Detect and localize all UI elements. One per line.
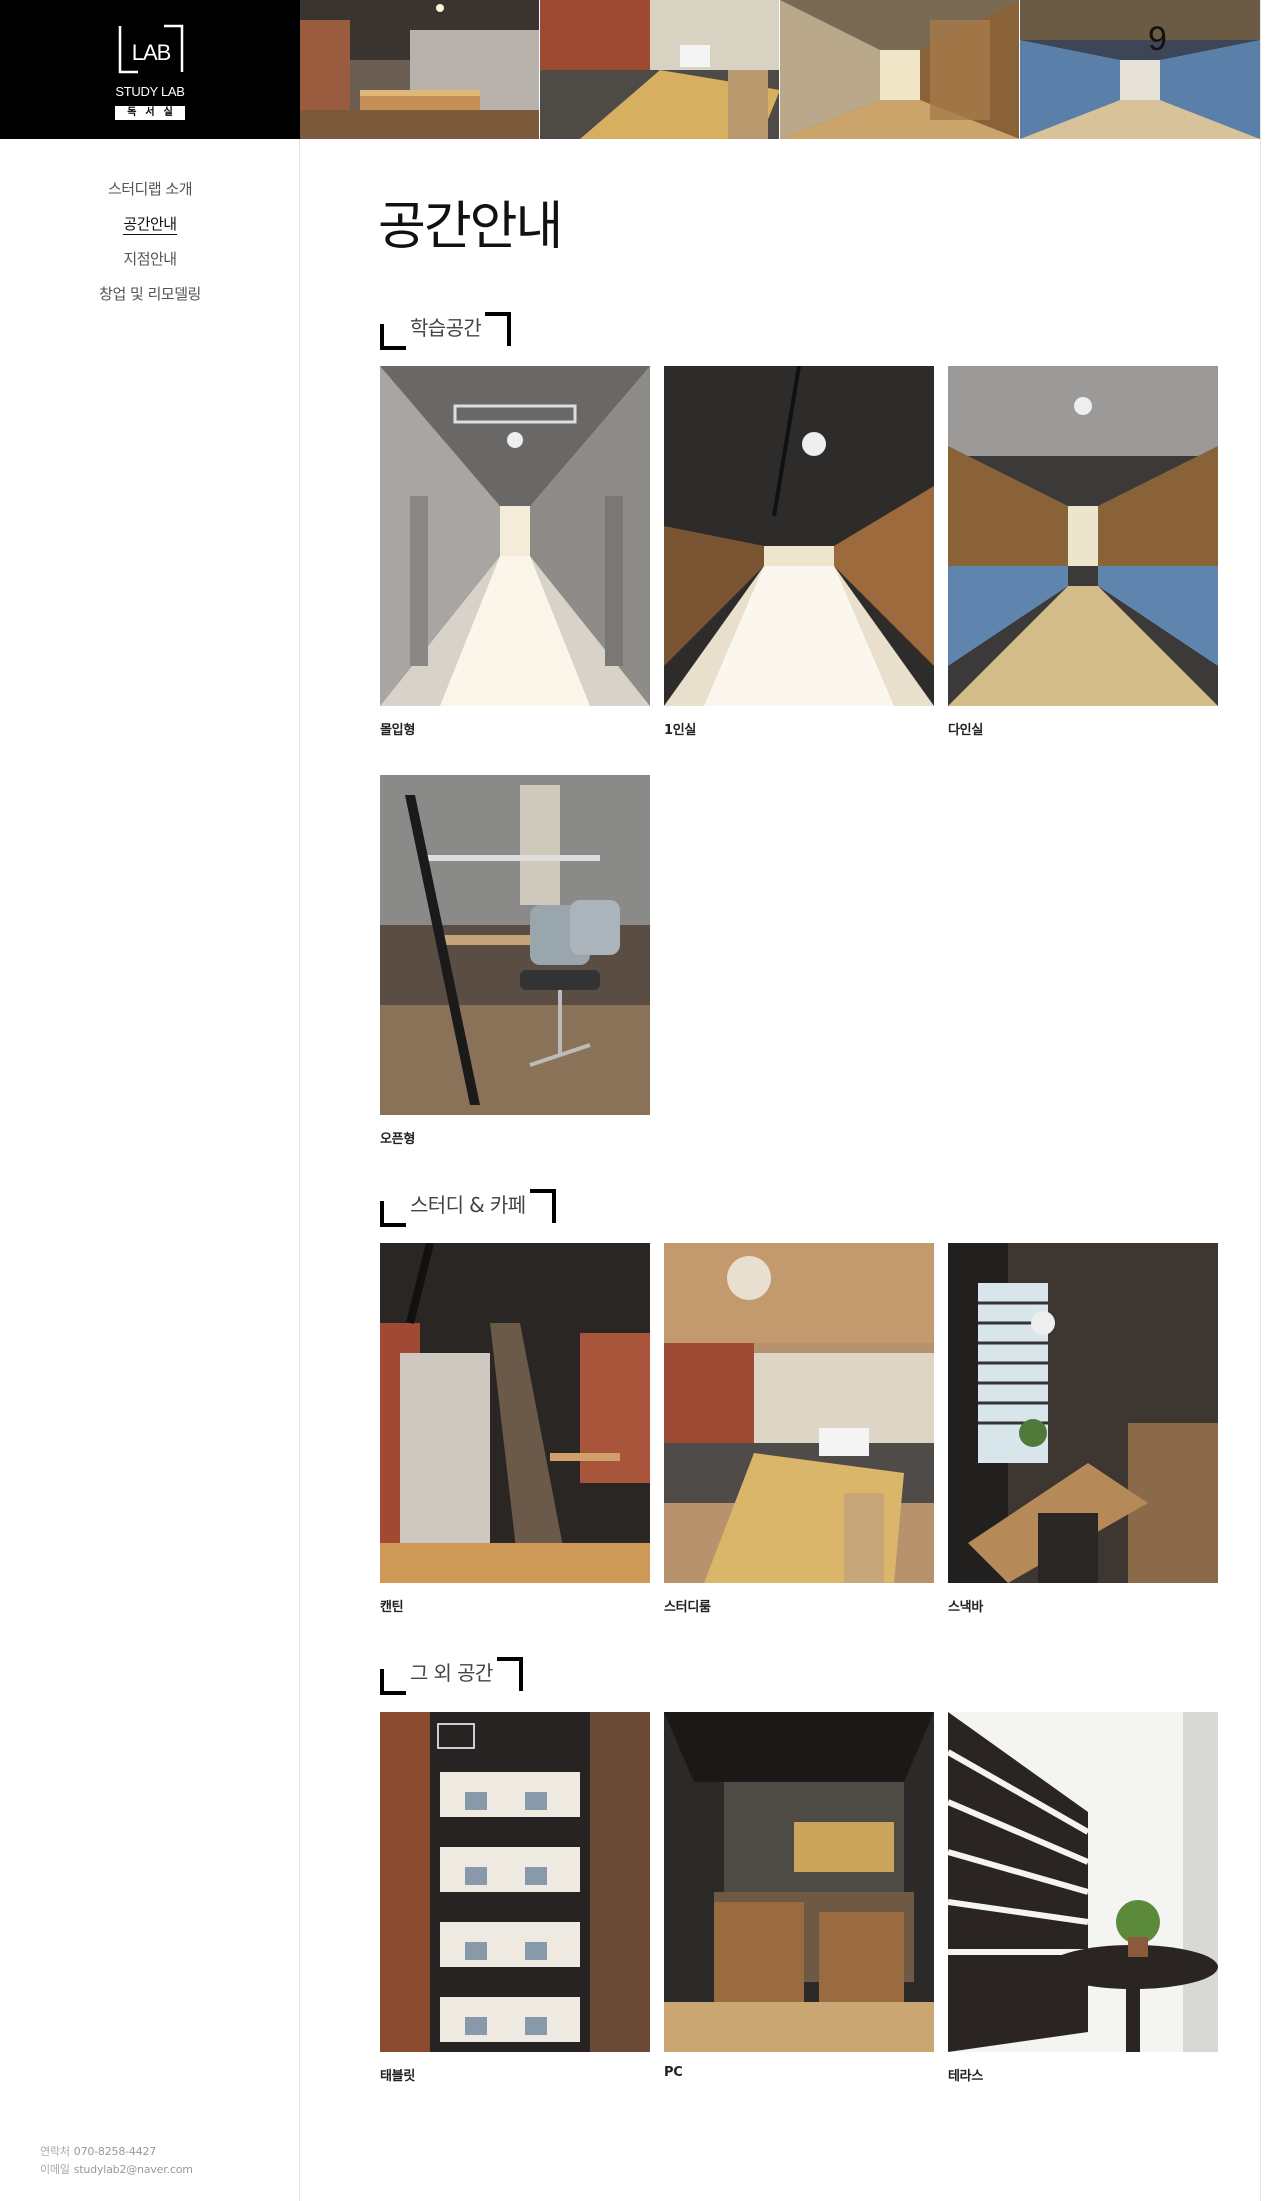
space-card-caption: 스터디룸	[664, 1600, 711, 1615]
nav-item-intro[interactable]: 스터디랩 소개	[0, 178, 300, 213]
sidebar: LAB STUDY LAB 독서실 스터디랩 소개 공간안내 지점안내 창업 및…	[0, 0, 300, 2201]
footer-email[interactable]: 이메일 studylab2@naver.com	[40, 2161, 193, 2179]
bracket-left-icon	[380, 1669, 406, 1695]
nav-item-branches[interactable]: 지점안내	[0, 248, 300, 283]
footer-contact: 연락처 070-8258-4427 이메일 studylab2@naver.com	[40, 2143, 193, 2179]
space-card-open[interactable]: 오픈형	[380, 775, 650, 1147]
nav-item-label: 공간안내	[123, 215, 177, 235]
photo-terrace	[948, 1712, 1218, 2052]
space-card-caption: 오픈형	[380, 1132, 415, 1147]
footer-phone: 연락처 070-8258-4427	[40, 2145, 157, 2158]
nav-item-label: 창업 및 리모델링	[99, 285, 201, 303]
header-photo-hallway	[780, 0, 1020, 139]
space-card-studyroom[interactable]: 스터디룸	[664, 1243, 934, 1615]
bracket-right-icon	[485, 312, 512, 346]
photo-pc	[664, 1712, 934, 2052]
space-card-caption: 태블릿	[380, 2069, 415, 2084]
header-photo-studyroom	[540, 0, 780, 139]
space-card-snackbar[interactable]: 스낵바	[948, 1243, 1218, 1615]
photo-studyroom	[664, 1243, 934, 1583]
logo-text: LAB	[132, 40, 171, 65]
section-title-study: 학습공간	[380, 308, 512, 350]
bracket-left-icon	[380, 1201, 406, 1227]
right-border	[1260, 0, 1261, 2201]
section-title-cafe: 스터디 & 카페	[380, 1185, 556, 1227]
brand-name-en: STUDY LAB	[115, 84, 185, 99]
space-card-caption: 몰입형	[380, 723, 415, 738]
space-card-caption: 다인실	[948, 723, 983, 738]
nav-item-label: 지점안내	[123, 250, 177, 268]
photo-tablet	[380, 1712, 650, 2052]
bracket-right-icon	[496, 1657, 523, 1691]
lab-logo-icon: LAB	[118, 24, 184, 74]
section-title-other: 그 외 공간	[380, 1653, 523, 1695]
brand-name-ko: 독서실	[115, 106, 185, 120]
space-card-caption: PC	[664, 2065, 683, 2080]
nav-item-label: 스터디랩 소개	[107, 180, 193, 198]
space-card-pc[interactable]: PC	[664, 1712, 934, 2080]
photo-immersion	[380, 366, 650, 706]
header-photo-multiroom: 9	[1020, 0, 1260, 139]
space-card-single[interactable]: 1인실	[664, 366, 934, 738]
logo[interactable]: LAB STUDY LAB 독서실	[0, 0, 300, 139]
svg-text:9: 9	[1148, 20, 1167, 58]
bracket-left-icon	[380, 324, 406, 350]
space-card-caption: 테라스	[948, 2069, 983, 2084]
space-card-immersion[interactable]: 몰입형	[380, 366, 650, 738]
space-card-terrace[interactable]: 테라스	[948, 1712, 1218, 2084]
photo-open	[380, 775, 650, 1115]
space-card-multi[interactable]: 다인실	[948, 366, 1218, 738]
photo-canteen	[380, 1243, 650, 1583]
page-title: 공간안내	[378, 198, 563, 256]
space-card-caption: 1인실	[664, 723, 697, 738]
sidebar-nav: 스터디랩 소개 공간안내 지점안내 창업 및 리모델링	[0, 178, 300, 318]
space-card-canteen[interactable]: 캔틴	[380, 1243, 650, 1615]
photo-multi	[948, 366, 1218, 706]
bracket-right-icon	[529, 1189, 556, 1223]
nav-item-space[interactable]: 공간안내	[0, 213, 300, 248]
nav-item-franchise[interactable]: 창업 및 리모델링	[0, 283, 300, 318]
space-card-tablet[interactable]: 태블릿	[380, 1712, 650, 2084]
space-card-caption: 스낵바	[948, 1600, 983, 1615]
header-photo-reception	[300, 0, 540, 139]
space-card-caption: 캔틴	[380, 1600, 404, 1615]
photo-single	[664, 366, 934, 706]
header-photo-strip: 9	[300, 0, 1260, 139]
photo-snackbar	[948, 1243, 1218, 1583]
